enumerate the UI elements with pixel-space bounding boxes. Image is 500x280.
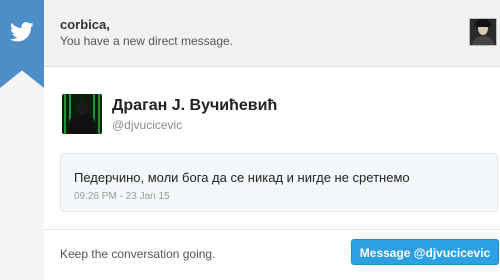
message-text: Педерчино, моли бога да се никад и нигде…: [74, 170, 410, 185]
cta-text: Keep the conversation going.: [60, 247, 216, 261]
email-header: corbica, You have a new direct message.: [0, 0, 500, 67]
recipient-avatar: [469, 18, 497, 46]
message-sender-button[interactable]: Message @djvucicevic: [351, 239, 499, 265]
sender-handle[interactable]: @djvucicevic: [112, 118, 182, 132]
message-bubble: Педерчино, моли бога да се никад и нигде…: [60, 153, 498, 212]
twitter-bird-icon: [10, 22, 34, 42]
message-card: Драган Ј. Вучићевић @djvucicevic Педерчи…: [44, 67, 500, 280]
sender-avatar[interactable]: [62, 94, 102, 134]
message-timestamp[interactable]: 09:26 PM - 23 Jan 15: [74, 191, 170, 202]
twitter-ribbon: [0, 0, 44, 88]
notification-subtitle: You have a new direct message.: [60, 34, 233, 48]
divider: [44, 229, 500, 230]
sender-name[interactable]: Драган Ј. Вучићевић: [112, 97, 277, 115]
recipient-greeting: corbica,: [60, 17, 110, 32]
